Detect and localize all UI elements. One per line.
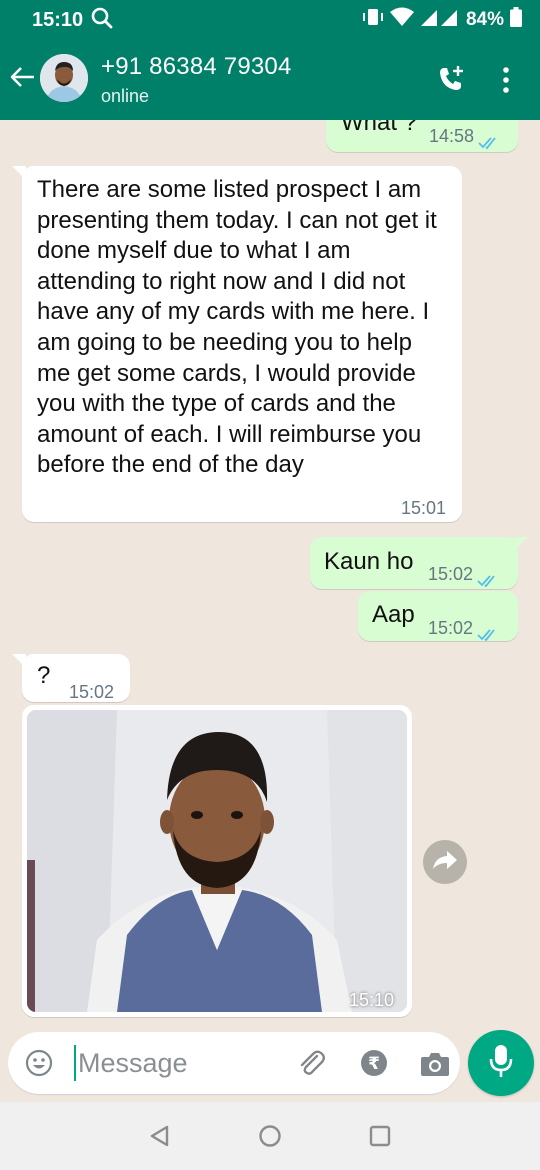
message-bubble-outgoing[interactable]: Aap 15:02 xyxy=(358,591,518,644)
message-text: Kaun ho xyxy=(324,548,414,575)
contact-status: online xyxy=(101,86,150,106)
message-meta: 15:02 xyxy=(428,613,501,644)
message-bubble-outgoing[interactable]: What ? 14:58 xyxy=(326,120,518,152)
message-time: 15:01 xyxy=(401,498,447,518)
message-bubble-incoming[interactable]: ? 15:02 xyxy=(12,654,130,702)
message-text: ? xyxy=(37,662,51,689)
message-bubble-outgoing[interactable]: Kaun ho 15:02 xyxy=(310,537,528,590)
wifi-icon xyxy=(389,7,414,33)
vibrate-icon xyxy=(362,7,384,33)
more-vert-icon[interactable] xyxy=(500,66,512,94)
photo-image[interactable] xyxy=(27,710,407,1012)
double-check-icon xyxy=(477,567,501,588)
message-bubble-incoming[interactable]: There are some listed prospect I am pres… xyxy=(12,166,462,522)
message-text: Aap xyxy=(372,601,415,628)
status-bar: 15:10 84% xyxy=(0,0,540,40)
message-time: 15:02 xyxy=(69,682,115,702)
battery-level: 84% xyxy=(465,9,504,30)
search-icon xyxy=(91,7,113,34)
nav-back-icon[interactable] xyxy=(148,1124,172,1148)
forward-icon xyxy=(432,849,458,876)
message-list[interactable]: What ? 14:58 There are some listed prosp… xyxy=(0,120,540,1102)
message-time: 15:02 xyxy=(428,618,474,638)
message-time: 14:58 xyxy=(429,126,475,146)
system-nav-bar xyxy=(0,1102,540,1170)
mic-icon xyxy=(489,1044,513,1083)
bubble-tail xyxy=(514,537,528,551)
double-check-icon xyxy=(477,621,501,642)
signal-icon xyxy=(420,7,460,33)
nav-home-icon[interactable] xyxy=(258,1124,282,1148)
text-caret xyxy=(74,1045,76,1081)
message-text: What ? xyxy=(341,120,418,136)
svg-text:₹: ₹ xyxy=(368,1054,380,1074)
message-meta: 14:58 xyxy=(429,121,502,152)
message-text: There are some listed prospect I am pres… xyxy=(37,176,437,479)
contact-name[interactable]: +91 86384 79304 xyxy=(101,53,292,81)
back-arrow-icon[interactable] xyxy=(8,62,38,92)
bubble-tail xyxy=(12,166,26,180)
message-meta: 15:02 xyxy=(428,559,501,590)
chat-header: +91 86384 79304 online xyxy=(0,40,540,120)
message-composer[interactable]: Message ₹ xyxy=(8,1032,460,1094)
camera-icon[interactable] xyxy=(420,1051,450,1077)
mic-button[interactable] xyxy=(468,1030,534,1096)
emoji-icon[interactable] xyxy=(25,1049,53,1077)
photo-message[interactable]: 15:10 xyxy=(22,705,412,1017)
rupee-icon[interactable]: ₹ xyxy=(360,1049,388,1077)
message-input[interactable]: Message xyxy=(78,1048,188,1079)
bubble-tail xyxy=(12,654,26,668)
status-time: 15:10 xyxy=(32,8,84,31)
message-time: 15:10 xyxy=(349,990,395,1010)
double-check-icon xyxy=(478,129,502,150)
nav-recents-icon[interactable] xyxy=(368,1124,392,1148)
attach-icon[interactable] xyxy=(297,1049,325,1077)
avatar[interactable] xyxy=(40,54,88,102)
add-call-icon[interactable] xyxy=(436,64,466,94)
forward-button[interactable] xyxy=(423,840,467,884)
message-time: 15:02 xyxy=(428,564,474,584)
battery-icon xyxy=(510,7,522,33)
